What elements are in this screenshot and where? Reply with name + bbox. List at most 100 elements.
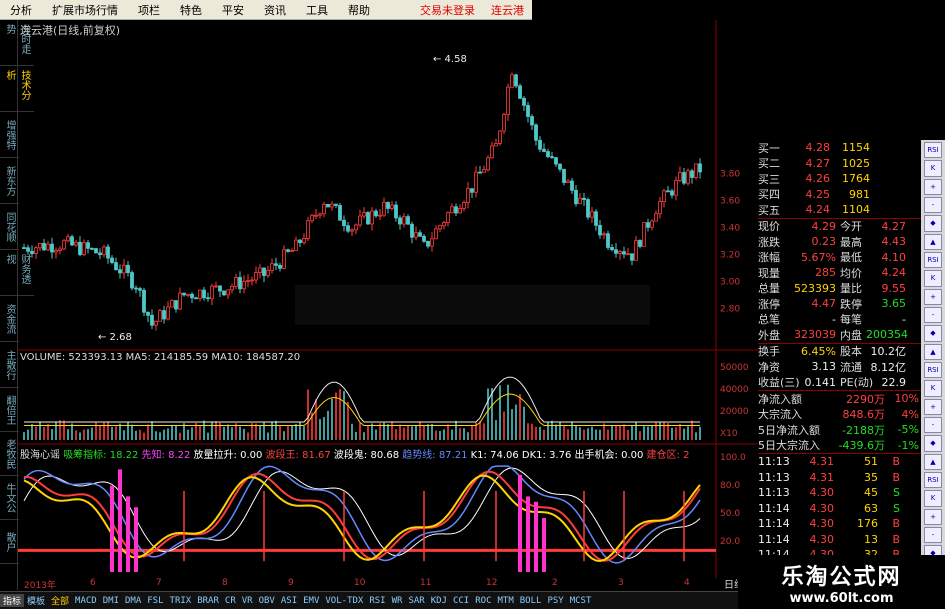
toolbar-button[interactable]: RSI xyxy=(924,361,942,379)
indicator-tab-模板[interactable]: 模板 xyxy=(24,594,48,607)
candle-body xyxy=(258,267,262,274)
indicator-tab-vr[interactable]: VR xyxy=(239,596,256,606)
side-tab-9[interactable]: 老牧民 xyxy=(0,432,19,476)
bid-price: 4.27 xyxy=(805,156,831,170)
side-tab-7[interactable]: 主散行 xyxy=(0,342,19,388)
indicator-tab-vol-tdx[interactable]: VOL-TDX xyxy=(322,596,366,606)
candle-body xyxy=(454,206,458,214)
indicator-tab-macd[interactable]: MACD xyxy=(72,596,100,606)
menu-item-analysis[interactable]: 分析 xyxy=(0,2,42,18)
toolbar-button[interactable]: + xyxy=(924,398,942,415)
candle-body xyxy=(438,225,442,230)
indicator-tab-cci[interactable]: CCI xyxy=(450,596,472,606)
toolbar-button[interactable]: - xyxy=(924,196,942,214)
candle-body xyxy=(98,252,102,256)
indicator-tab-asi[interactable]: ASI xyxy=(278,596,300,606)
indicator-tab-emv[interactable]: EMV xyxy=(300,596,322,606)
side-tab-6[interactable]: 资金流 xyxy=(0,296,19,342)
toolbar-button[interactable]: ◆ xyxy=(924,325,942,342)
candle-body xyxy=(310,214,314,222)
candle-body xyxy=(158,310,162,322)
flow-value: 2290万 xyxy=(846,392,885,406)
menu-item-help[interactable]: 帮助 xyxy=(338,2,380,18)
candle-body xyxy=(598,224,602,236)
indicator-tab-sar[interactable]: SAR xyxy=(405,596,427,606)
bid-row: 买四 4.25 981 xyxy=(758,187,921,203)
toolbar-button[interactable]: - xyxy=(924,526,942,544)
candle-body xyxy=(322,204,326,215)
candle-body xyxy=(570,180,574,191)
toolbar-button[interactable]: K xyxy=(924,490,942,507)
indicator-tab-dmi[interactable]: DMI xyxy=(100,596,122,606)
menu-item-news[interactable]: 资讯 xyxy=(254,2,296,18)
indicator-tab-kdj[interactable]: KDJ xyxy=(428,596,450,606)
bid-price: 4.25 xyxy=(805,187,831,201)
toolbar-button[interactable]: ▲ xyxy=(924,453,942,470)
indicator-tab-dma[interactable]: DMA xyxy=(122,596,144,606)
indicator-tab-全部[interactable]: 全部 xyxy=(48,594,72,607)
candle-body xyxy=(486,157,490,171)
candle-body xyxy=(290,250,294,252)
indicator-tab-指标[interactable]: 指标 xyxy=(0,594,25,607)
menu-bar: 分析 扩展市场行情 项栏 特色 平安 资讯 工具 帮助 交易未登录 连云港 xyxy=(0,0,532,20)
side-tab-4[interactable]: 同花顺 xyxy=(0,204,19,250)
tick-row: 11:14 4.30 13 B xyxy=(758,532,921,548)
indicator-tab-mtm[interactable]: MTM xyxy=(495,596,517,606)
toolbar-button[interactable]: RSI xyxy=(924,142,942,159)
toolbar-button[interactable]: - xyxy=(924,416,942,434)
indicator-value-9: 建仓区: 2 xyxy=(646,450,690,461)
price-axis-label: 3.20 xyxy=(720,250,740,260)
candle-body xyxy=(62,240,66,250)
indicator-tab-rsi[interactable]: RSI xyxy=(366,596,388,606)
indicator-tab-brar[interactable]: BRAR xyxy=(194,596,222,606)
indicator-tab-trix[interactable]: TRIX xyxy=(167,596,195,606)
side-tab-11[interactable]: 散户 xyxy=(0,520,19,564)
indicator-tab-obv[interactable]: OBV xyxy=(256,596,278,606)
side-tab-2[interactable]: 增强特 xyxy=(0,112,19,158)
indicator-tab-roc[interactable]: ROC xyxy=(472,596,494,606)
indicator-tab-boll[interactable]: BOLL xyxy=(517,596,545,606)
indicator-tab-wr[interactable]: WR xyxy=(389,596,406,606)
stat-row: 换手 6.45% 股本 10.2亿 xyxy=(758,344,921,360)
candle-body xyxy=(550,156,554,159)
toolbar-button[interactable]: + xyxy=(924,178,942,195)
chart-title: 连云港(日线,前复权) xyxy=(20,24,121,37)
toolbar-button[interactable]: + xyxy=(924,288,942,305)
candle-body xyxy=(374,210,378,217)
trade-login-link[interactable]: 交易未登录 xyxy=(412,2,483,18)
accumulation-bar xyxy=(134,507,138,572)
menu-item-features[interactable]: 特色 xyxy=(170,2,212,18)
stat-key: 今开 xyxy=(840,220,862,234)
side-tab-8[interactable]: 翻倍王 xyxy=(0,388,19,432)
stock-name-link[interactable]: 连云港 xyxy=(483,2,532,18)
indicator-tab-fsl[interactable]: FSL xyxy=(144,596,166,606)
side-tab-3[interactable]: 新东方 xyxy=(0,158,19,204)
kline-chart[interactable]: ← 4.58 ← 2.68 3.80 3.60 3.40 3.20 3.00 2.80 5000… xyxy=(18,20,758,578)
toolbar-button[interactable]: ▲ xyxy=(924,343,942,360)
toolbar-button[interactable]: ◆ xyxy=(924,215,942,232)
candle-body xyxy=(634,240,638,261)
stat-value: 200354 xyxy=(866,328,908,342)
candle-body xyxy=(334,203,338,206)
bid-volume: 1025 xyxy=(842,156,870,170)
candle-body xyxy=(362,212,366,217)
toolbar-button[interactable]: RSI xyxy=(924,251,942,269)
accumulation-bar xyxy=(126,496,130,572)
toolbar-button[interactable]: ◆ xyxy=(924,435,942,452)
toolbar-button[interactable]: - xyxy=(924,306,942,324)
indicator-tab-cr[interactable]: CR xyxy=(222,596,239,606)
toolbar-button[interactable]: ▲ xyxy=(924,233,942,250)
toolbar-button[interactable]: K xyxy=(924,270,942,287)
toolbar-button[interactable]: K xyxy=(924,160,942,177)
toolbar-button[interactable]: K xyxy=(924,380,942,397)
toolbar-button[interactable]: + xyxy=(924,508,942,525)
menu-item-columns[interactable]: 项栏 xyxy=(128,2,170,18)
indicator-tab-mcst[interactable]: MCST xyxy=(567,596,595,606)
toolbar-button[interactable]: RSI xyxy=(924,471,942,489)
side-tab-10[interactable]: 牛文公 xyxy=(0,476,19,520)
indicator-tab-psy[interactable]: PSY xyxy=(544,596,566,606)
menu-item-pingan[interactable]: 平安 xyxy=(212,2,254,18)
menu-item-ext-market[interactable]: 扩展市场行情 xyxy=(42,2,128,18)
bid-row: 买五 4.24 1104 xyxy=(758,202,921,218)
menu-item-tools[interactable]: 工具 xyxy=(296,2,338,18)
